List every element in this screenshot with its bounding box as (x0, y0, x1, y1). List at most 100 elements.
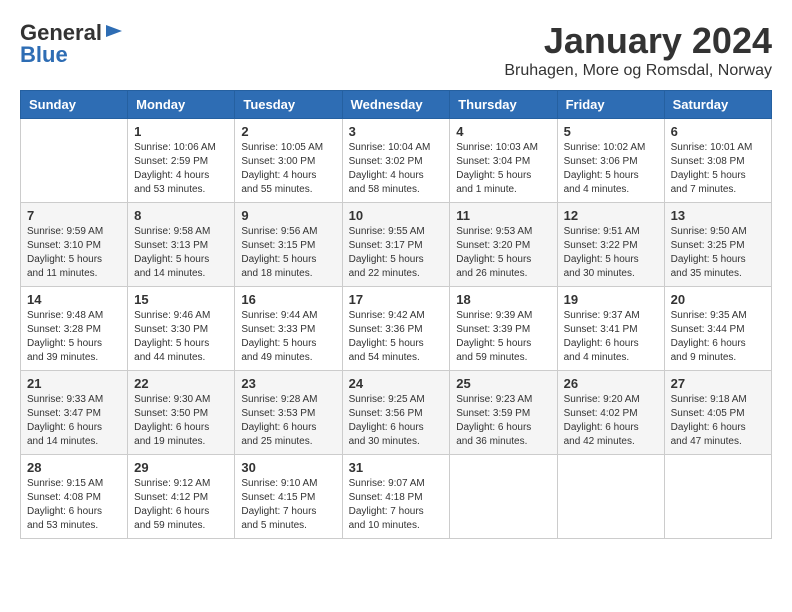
calendar-cell: 14Sunrise: 9:48 AMSunset: 3:28 PMDayligh… (21, 287, 128, 371)
calendar-cell: 13 Sunrise: 9:50 AMSunset: 3:25 PMDayligh… (664, 203, 771, 287)
day-info: Sunrise: 10:05 AMSunset: 3:00 PMDaylight… (241, 141, 335, 197)
day-info: Sunrise: 9:58 AMSunset: 3:13 PMDaylight:… (134, 225, 228, 281)
calendar-cell: 7 Sunrise: 9:59 AMSunset: 3:10 PMDaylight… (21, 203, 128, 287)
day-number: 4 (456, 124, 550, 139)
day-number: 3 (349, 124, 444, 139)
calendar-cell: 22 Sunrise: 9:30 AMSunset: 3:50 PMDayligh… (128, 371, 235, 455)
calendar-cell: 4 Sunrise: 10:03 AMSunset: 3:04 PMDayligh… (450, 119, 557, 203)
day-number: 26 (564, 376, 658, 391)
day-info: Sunrise: 9:59 AMSunset: 3:10 PMDaylight:… (27, 225, 121, 281)
day-number: 5 (564, 124, 658, 139)
day-info: Sunrise: 10:02 AMSunset: 3:06 PMDaylight… (564, 141, 658, 197)
day-number: 20 (671, 292, 765, 307)
calendar-cell: 8 Sunrise: 9:58 AMSunset: 3:13 PMDaylight… (128, 203, 235, 287)
calendar-table: SundayMondayTuesdayWednesdayThursdayFrid… (20, 90, 772, 539)
calendar-cell: 9 Sunrise: 9:56 AMSunset: 3:15 PMDaylight… (235, 203, 342, 287)
day-info: Sunrise: 9:55 AMSunset: 3:17 PMDaylight:… (349, 225, 444, 281)
weekday-header-row: SundayMondayTuesdayWednesdayThursdayFrid… (21, 91, 772, 119)
calendar-cell: 16 Sunrise: 9:44 AMSunset: 3:33 PMDayligh… (235, 287, 342, 371)
calendar-cell (557, 455, 664, 539)
day-info: Sunrise: 9:25 AMSunset: 3:56 PMDaylight:… (349, 393, 444, 449)
day-number: 16 (241, 292, 335, 307)
day-number: 24 (349, 376, 444, 391)
day-number: 19 (564, 292, 658, 307)
calendar-week-row: 28 Sunrise: 9:15 AMSunset: 4:08 PMDayligh… (21, 455, 772, 539)
calendar-cell: 27 Sunrise: 9:18 AMSunset: 4:05 PMDayligh… (664, 371, 771, 455)
day-number: 29 (134, 460, 228, 475)
day-info: Sunrise: 9:39 AMSunset: 3:39 PMDaylight:… (456, 309, 550, 365)
day-number: 31 (349, 460, 444, 475)
calendar-cell: 28 Sunrise: 9:15 AMSunset: 4:08 PMDayligh… (21, 455, 128, 539)
day-info: Sunrise: 9:44 AMSunset: 3:33 PMDaylight:… (241, 309, 335, 365)
calendar-cell (21, 119, 128, 203)
day-number: 22 (134, 376, 228, 391)
weekday-header-monday: Monday (128, 91, 235, 119)
weekday-header-thursday: Thursday (450, 91, 557, 119)
calendar-cell: 25 Sunrise: 9:23 AMSunset: 3:59 PMDayligh… (450, 371, 557, 455)
calendar-cell: 21Sunrise: 9:33 AMSunset: 3:47 PMDayligh… (21, 371, 128, 455)
calendar-cell: 5 Sunrise: 10:02 AMSunset: 3:06 PMDayligh… (557, 119, 664, 203)
calendar-cell: 6 Sunrise: 10:01 AMSunset: 3:08 PMDayligh… (664, 119, 771, 203)
day-number: 23 (241, 376, 335, 391)
calendar-cell: 2 Sunrise: 10:05 AMSunset: 3:00 PMDayligh… (235, 119, 342, 203)
day-info: Sunrise: 10:06 AMSunset: 2:59 PMDaylight… (134, 141, 228, 197)
day-number: 2 (241, 124, 335, 139)
day-number: 9 (241, 208, 335, 223)
calendar-cell: 29 Sunrise: 9:12 AMSunset: 4:12 PMDayligh… (128, 455, 235, 539)
weekday-header-saturday: Saturday (664, 91, 771, 119)
day-number: 18 (456, 292, 550, 307)
day-info: Sunrise: 10:01 AMSunset: 3:08 PMDaylight… (671, 141, 765, 197)
day-number: 21 (27, 376, 121, 391)
calendar-week-row: 14Sunrise: 9:48 AMSunset: 3:28 PMDayligh… (21, 287, 772, 371)
calendar-cell: 15 Sunrise: 9:46 AMSunset: 3:30 PMDayligh… (128, 287, 235, 371)
day-number: 14 (27, 292, 121, 307)
calendar-cell: 31 Sunrise: 9:07 AMSunset: 4:18 PMDayligh… (342, 455, 450, 539)
day-info: Sunrise: 9:20 AMSunset: 4:02 PMDaylight:… (564, 393, 658, 449)
weekday-header-wednesday: Wednesday (342, 91, 450, 119)
calendar-cell: 24 Sunrise: 9:25 AMSunset: 3:56 PMDayligh… (342, 371, 450, 455)
day-info: Sunrise: 9:46 AMSunset: 3:30 PMDaylight:… (134, 309, 228, 365)
day-number: 12 (564, 208, 658, 223)
day-info: Sunrise: 9:15 AMSunset: 4:08 PMDaylight:… (27, 477, 121, 533)
calendar-cell (664, 455, 771, 539)
day-number: 27 (671, 376, 765, 391)
calendar-week-row: 7 Sunrise: 9:59 AMSunset: 3:10 PMDaylight… (21, 203, 772, 287)
calendar-cell: 20 Sunrise: 9:35 AMSunset: 3:44 PMDayligh… (664, 287, 771, 371)
day-info: Sunrise: 9:56 AMSunset: 3:15 PMDaylight:… (241, 225, 335, 281)
weekday-header-friday: Friday (557, 91, 664, 119)
calendar-cell: 17Sunrise: 9:42 AMSunset: 3:36 PMDayligh… (342, 287, 450, 371)
day-info: Sunrise: 9:28 AMSunset: 3:53 PMDaylight:… (241, 393, 335, 449)
day-number: 8 (134, 208, 228, 223)
day-number: 25 (456, 376, 550, 391)
day-number: 13 (671, 208, 765, 223)
calendar-cell: 3 Sunrise: 10:04 AMSunset: 3:02 PMDayligh… (342, 119, 450, 203)
day-info: Sunrise: 10:04 AMSunset: 3:02 PMDaylight… (349, 141, 444, 197)
day-info: Sunrise: 9:18 AMSunset: 4:05 PMDaylight:… (671, 393, 765, 449)
day-number: 30 (241, 460, 335, 475)
day-number: 7 (27, 208, 121, 223)
day-number: 1 (134, 124, 228, 139)
day-info: Sunrise: 9:23 AMSunset: 3:59 PMDaylight:… (456, 393, 550, 449)
day-info: Sunrise: 10:03 AMSunset: 3:04 PMDaylight… (456, 141, 550, 197)
logo-blue-text: Blue (20, 42, 68, 68)
location-text: Bruhagen, More og Romsdal, Norway (504, 62, 772, 80)
calendar-cell: 11Sunrise: 9:53 AMSunset: 3:20 PMDayligh… (450, 203, 557, 287)
day-info: Sunrise: 9:35 AMSunset: 3:44 PMDaylight:… (671, 309, 765, 365)
calendar-cell: 23 Sunrise: 9:28 AMSunset: 3:53 PMDayligh… (235, 371, 342, 455)
calendar-cell: 10 Sunrise: 9:55 AMSunset: 3:17 PMDayligh… (342, 203, 450, 287)
month-title: January 2024 (504, 20, 772, 62)
calendar-week-row: 1 Sunrise: 10:06 AMSunset: 2:59 PMDayligh… (21, 119, 772, 203)
day-number: 28 (27, 460, 121, 475)
day-number: 6 (671, 124, 765, 139)
day-number: 10 (349, 208, 444, 223)
day-info: Sunrise: 9:30 AMSunset: 3:50 PMDaylight:… (134, 393, 228, 449)
day-info: Sunrise: 9:12 AMSunset: 4:12 PMDaylight:… (134, 477, 228, 533)
day-info: Sunrise: 9:51 AMSunset: 3:22 PMDaylight:… (564, 225, 658, 281)
day-number: 15 (134, 292, 228, 307)
day-info: Sunrise: 9:50 AMSunset: 3:25 PMDaylight:… (671, 225, 765, 281)
day-info: Sunrise: 9:37 AMSunset: 3:41 PMDaylight:… (564, 309, 658, 365)
calendar-cell: 19 Sunrise: 9:37 AMSunset: 3:41 PMDayligh… (557, 287, 664, 371)
calendar-cell: 1 Sunrise: 10:06 AMSunset: 2:59 PMDayligh… (128, 119, 235, 203)
day-number: 17 (349, 292, 444, 307)
day-info: Sunrise: 9:07 AMSunset: 4:18 PMDaylight:… (349, 477, 444, 533)
